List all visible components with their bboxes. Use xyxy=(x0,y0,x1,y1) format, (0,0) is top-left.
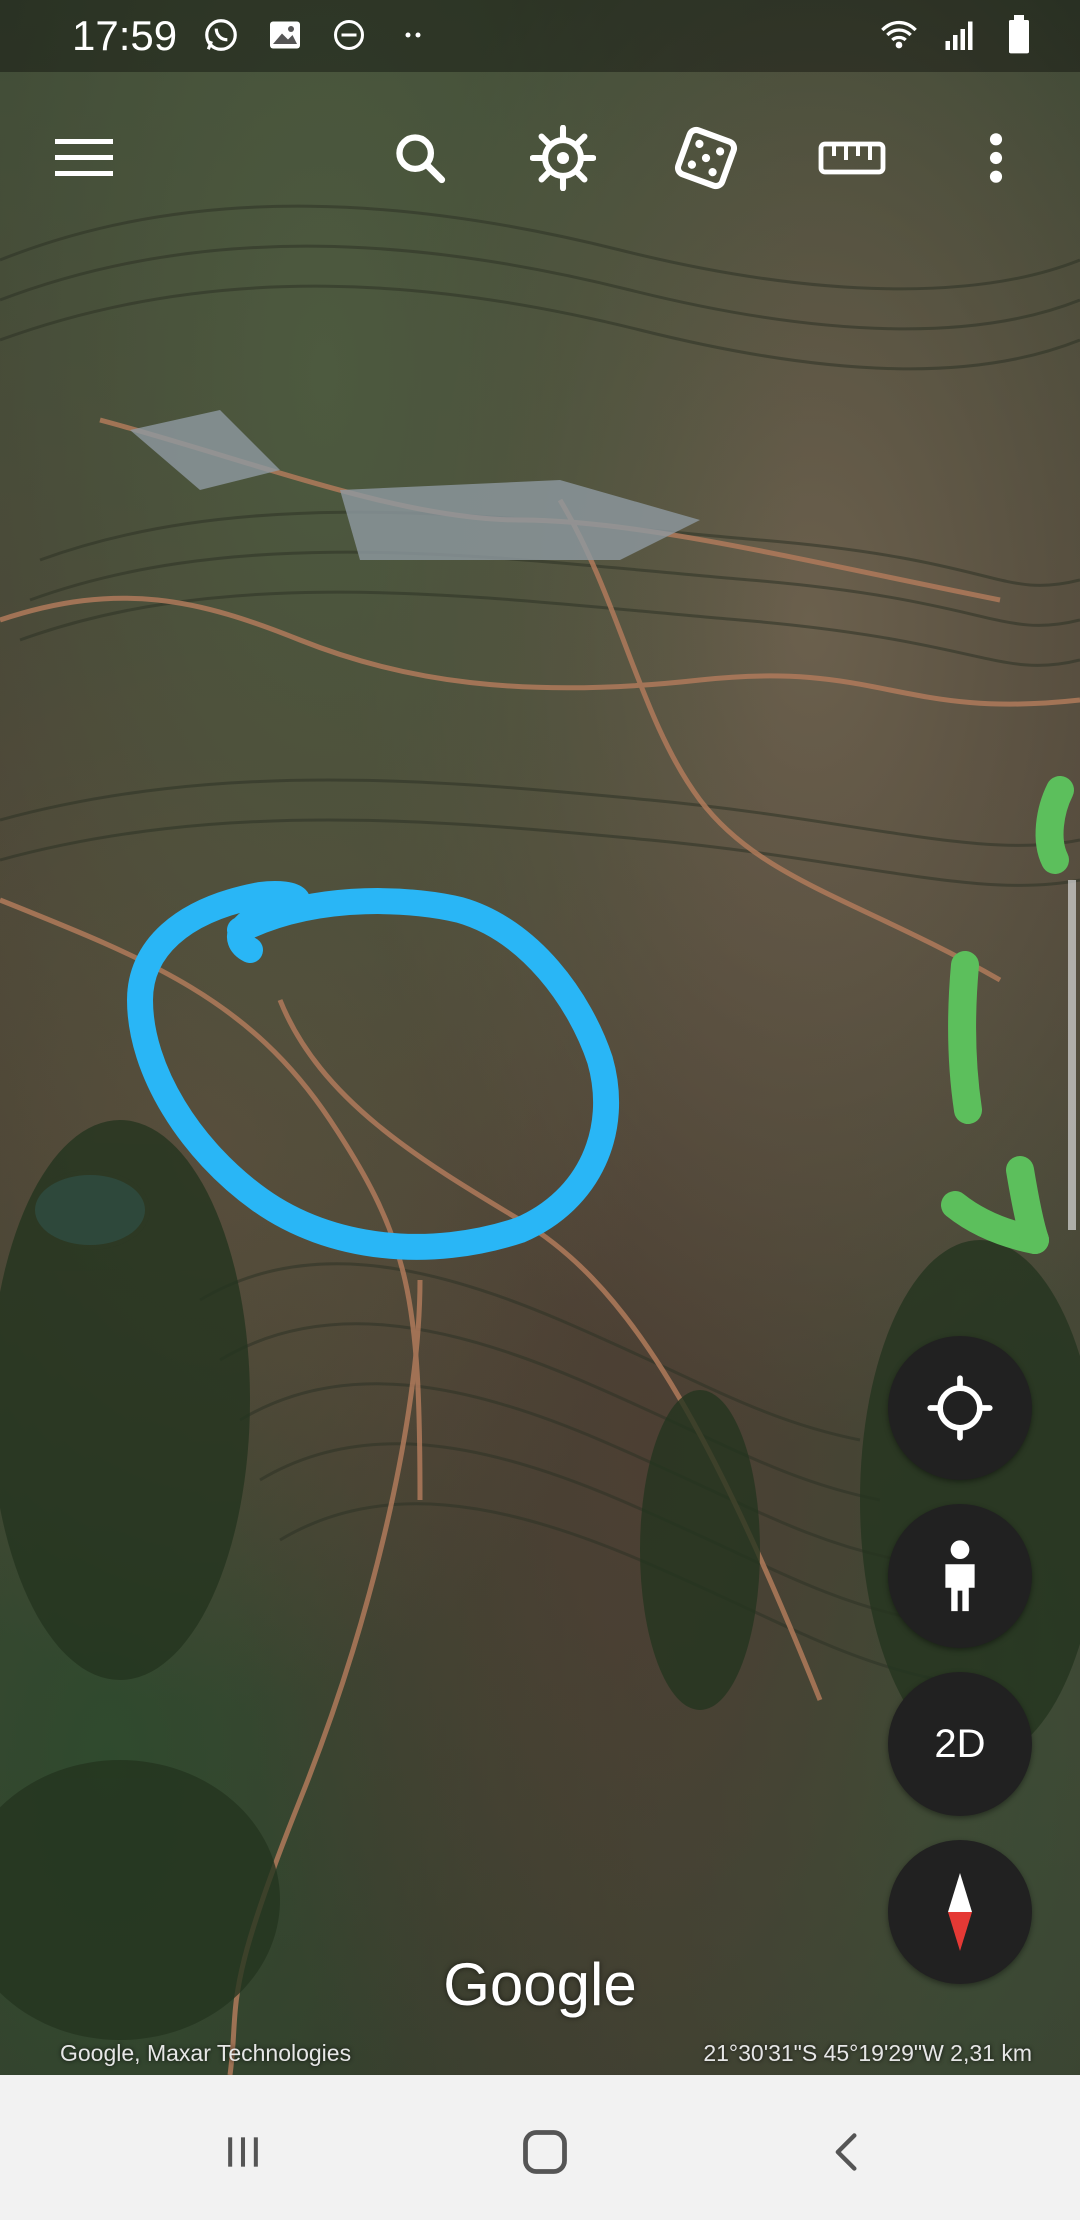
measure-button[interactable] xyxy=(812,118,892,198)
home-icon xyxy=(523,2130,567,2174)
map-attribution: Google, Maxar Technologies xyxy=(60,2040,352,2066)
map-toolbar xyxy=(0,92,1080,222)
google-logo: Google xyxy=(443,1951,637,2018)
wifi-icon xyxy=(878,14,920,56)
my-location-button[interactable] xyxy=(888,1336,1032,1480)
voyager-icon xyxy=(530,125,596,191)
whatsapp-icon xyxy=(200,14,242,56)
menu-icon xyxy=(55,139,113,176)
voyager-button[interactable] xyxy=(523,118,603,198)
pegman-icon xyxy=(945,1540,975,1612)
back-icon xyxy=(835,2133,857,2171)
view-mode-label: 2D xyxy=(934,1721,986,1766)
do-not-disturb-icon xyxy=(328,14,370,56)
coordinates-scale-readout: 21°30'31"S 45°19'29"W 2,31 km xyxy=(703,2040,1032,2066)
menu-button[interactable] xyxy=(44,118,124,198)
recent-apps-icon xyxy=(228,2137,258,2167)
more-dots-icon xyxy=(392,14,434,56)
signal-icon xyxy=(938,14,980,56)
my-location-icon xyxy=(927,1375,993,1441)
measure-icon xyxy=(818,141,886,175)
more-options-icon xyxy=(989,133,1003,183)
status-notification-icons xyxy=(200,14,434,56)
recent-apps-button[interactable] xyxy=(208,2117,278,2187)
compass-icon xyxy=(948,1873,972,1951)
back-button[interactable] xyxy=(812,2117,882,2187)
view-mode-toggle-button[interactable]: 2D xyxy=(888,1672,1032,1816)
status-system-icons xyxy=(878,14,1040,56)
battery-icon xyxy=(998,14,1040,56)
feeling-lucky-button[interactable] xyxy=(666,118,746,198)
street-view-button[interactable] xyxy=(888,1504,1032,1648)
home-button[interactable] xyxy=(510,2117,580,2187)
green-marks-annotation xyxy=(941,776,1074,1254)
feeling-lucky-icon xyxy=(674,126,738,190)
more-options-button[interactable] xyxy=(956,118,1036,198)
search-button[interactable] xyxy=(380,118,460,198)
status-bar: 17:59 xyxy=(0,0,1080,72)
status-time: 17:59 xyxy=(72,12,178,59)
gallery-icon xyxy=(264,14,306,56)
navigation-bar xyxy=(0,2075,1080,2220)
search-icon xyxy=(396,134,446,184)
